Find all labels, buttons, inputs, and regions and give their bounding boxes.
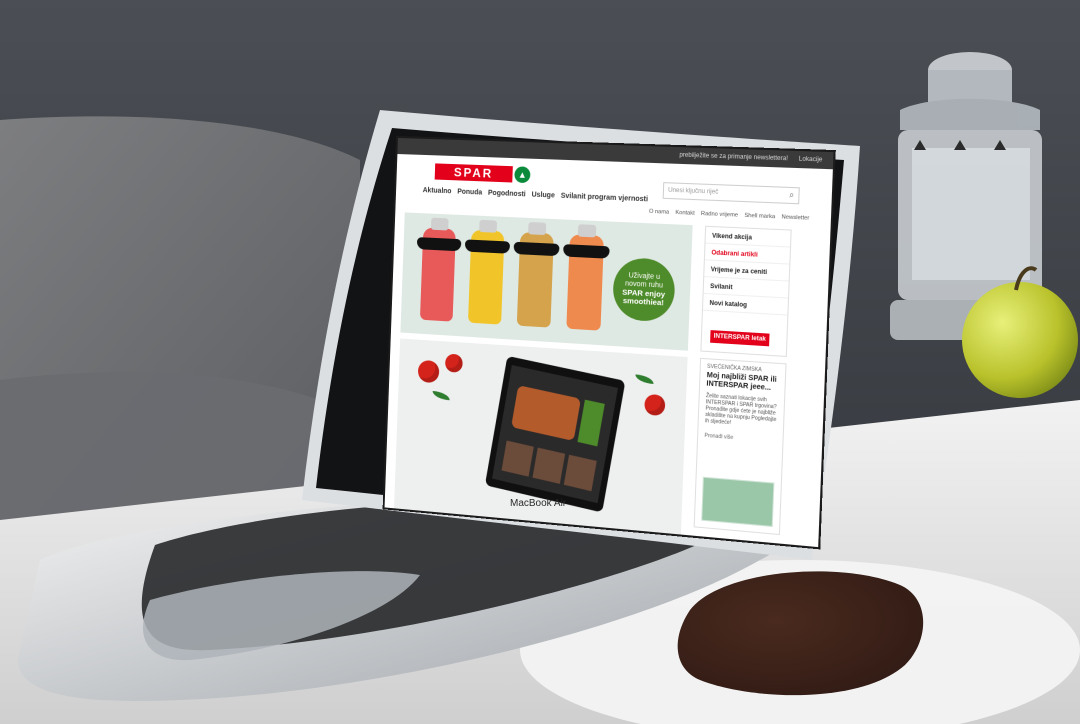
subnav-item-0[interactable]: O nama xyxy=(649,209,669,216)
laptop-label: MacBook Air xyxy=(510,498,566,509)
website-screen: prebilježite se za primanje newslettera!… xyxy=(384,138,834,548)
interspar-leaflet-button[interactable]: INTERSPAR letak xyxy=(710,330,770,347)
map-thumbnail[interactable] xyxy=(701,476,775,528)
nav-item-usluge[interactable]: Usluge xyxy=(532,191,555,199)
basil-leaf xyxy=(635,374,654,384)
scene: prebilježite se za primanje newslettera!… xyxy=(0,0,1080,724)
bottle-cap xyxy=(430,217,449,231)
spar-logo-text: SPAR xyxy=(453,165,494,181)
sunglasses-icon xyxy=(464,239,511,254)
store-locator-card[interactable]: SVEĆENIČKA ZIMSKA Moj najbliži SPAR ili … xyxy=(693,357,787,536)
tomato xyxy=(417,359,440,384)
nav-item-pogodnosti[interactable]: Pogodnosti xyxy=(488,190,526,199)
bottle-orange xyxy=(563,224,610,331)
hero-sidebar: Vikend akcija Odabrani artikli Vrijeme j… xyxy=(700,225,792,357)
bottle-cap xyxy=(577,224,597,238)
tomato xyxy=(644,393,666,417)
card-body: Želite saznati lokacije svih INTERSPAR i… xyxy=(704,392,777,427)
spar-logo[interactable]: SPAR xyxy=(434,163,513,183)
sidebar-item-4[interactable]: Novi katalog xyxy=(702,293,788,316)
bottle-yellow xyxy=(464,219,511,325)
spar-tree-icon: ▲ xyxy=(514,166,531,184)
bottle-red xyxy=(416,217,462,322)
search-icon[interactable]: ⌕ xyxy=(789,190,794,201)
bottle-gold xyxy=(513,221,560,328)
sunglasses-icon xyxy=(563,244,610,259)
tablet-tile xyxy=(532,447,566,484)
tablet-side-banner xyxy=(577,399,605,447)
tablet-tile xyxy=(563,454,597,492)
subnav-item-3[interactable]: Shell marka xyxy=(744,213,775,221)
nav-item-ponuda[interactable]: Ponuda xyxy=(457,188,482,196)
tomato xyxy=(444,353,463,373)
screen-wrap: prebilježite se za primanje newslettera!… xyxy=(0,0,1080,724)
laptop-label-text: MacBook Air xyxy=(510,498,567,509)
basil-leaf xyxy=(432,390,450,401)
tablet-tile xyxy=(501,440,534,477)
main-nav: Aktualno Ponuda Pogodnosti Usluge Svilan… xyxy=(423,187,649,203)
nav-item-aktualno[interactable]: Aktualno xyxy=(423,187,452,195)
tablet-hero-image xyxy=(511,385,581,442)
sunglasses-icon xyxy=(513,241,560,257)
tablet-screen xyxy=(492,365,619,504)
promo-badge[interactable]: Uživajte u novom ruhu SPAR enjoy smoothi… xyxy=(612,256,676,323)
newsletter-link[interactable]: prebilježite se za primanje newslettera! xyxy=(679,152,788,162)
search-placeholder: Unesi ključnu riječ xyxy=(667,187,719,196)
sunglasses-icon xyxy=(416,237,462,252)
location-link[interactable]: Lokacije xyxy=(799,156,823,163)
bottle-cap xyxy=(528,221,547,236)
bottle-cap xyxy=(479,219,498,233)
search-input[interactable]: Unesi ključnu riječ ⌕ xyxy=(662,182,800,205)
subnav-item-2[interactable]: Radno vrijeme xyxy=(701,211,738,219)
sub-nav: O nama Kontakt Radno vrijeme Shell marka… xyxy=(649,209,810,222)
subnav-item-1[interactable]: Kontakt xyxy=(675,210,695,217)
nav-item-program[interactable]: Svilanit program vjernosti xyxy=(561,193,649,204)
tablet-tiles xyxy=(501,440,597,492)
subnav-item-4[interactable]: Newsletter xyxy=(781,214,809,222)
tablet-device xyxy=(484,355,626,513)
hero-banner[interactable]: Uživajte u novom ruhu SPAR enjoy smoothi… xyxy=(400,212,693,351)
